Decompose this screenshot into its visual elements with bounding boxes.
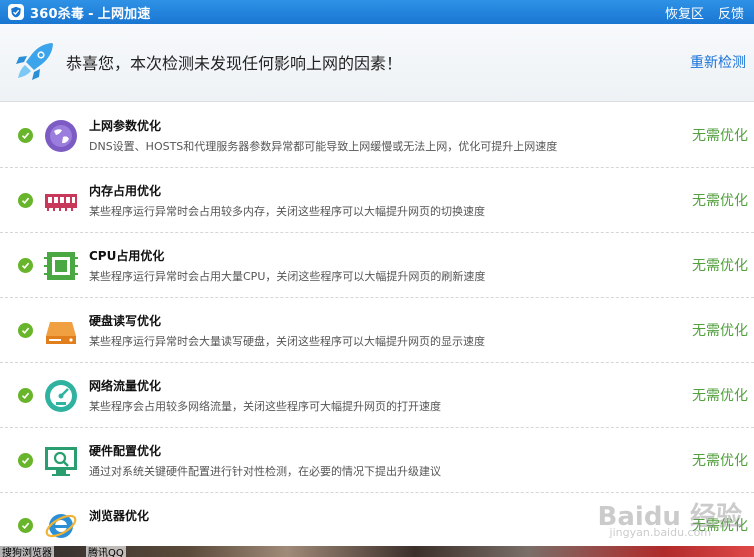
title-bar: 360杀毒 - 上网加速 恢复区 反馈 — [0, 0, 754, 24]
title-actions: 恢复区 反馈 — [665, 0, 744, 24]
speedometer-icon — [45, 380, 77, 412]
check-mark-icon — [18, 193, 33, 208]
check-mark-icon — [18, 518, 33, 533]
check-mark-icon — [18, 388, 33, 403]
feedback-link[interactable]: 反馈 — [718, 3, 744, 22]
check-mark-icon — [18, 258, 33, 273]
rocket-icon — [16, 43, 53, 80]
watermark-url: jingyan.baidu.com — [609, 526, 712, 539]
360-shield-logo-icon — [8, 4, 24, 20]
list-item: 硬盘读写优化 某些程序运行异常时会大量读写硬盘，关闭这些程序可以大幅提升网页的显… — [0, 298, 754, 363]
desktop-shortcut-label[interactable]: 搜狗浏览器 — [0, 544, 54, 557]
check-mark-icon — [18, 128, 33, 143]
title-brand: 360杀毒 — [30, 6, 85, 22]
app-window: 360杀毒 - 上网加速 恢复区 反馈 恭喜您，本次检测未发现任何影响上网的因素！ … — [0, 0, 754, 557]
item-status: 无需优化 — [692, 193, 748, 209]
item-name: 硬件配置优化 — [89, 444, 162, 458]
result-header: 恭喜您，本次检测未发现任何影响上网的因素！ 重新检测 — [0, 24, 754, 102]
ie-browser-icon — [45, 514, 77, 538]
list-item: 硬件配置优化 通过对系统关键硬件配置进行针对性检测，在必要的情况下提出升级建议 … — [0, 428, 754, 493]
check-mark-icon — [18, 323, 33, 338]
item-status: 无需优化 — [692, 128, 748, 144]
item-name: 浏览器优化 — [89, 509, 150, 523]
desktop-shortcut-label[interactable]: 腾讯QQ — [86, 544, 126, 557]
result-message: 恭喜您，本次检测未发现任何影响上网的因素！ — [66, 54, 403, 73]
item-description: 某些程序运行异常时会大量读写硬盘，关闭这些程序可以大幅提升网页的显示速度 — [89, 335, 485, 348]
item-description: 某些程序运行异常时会占用大量CPU，关闭这些程序可以大幅提升网页的刷新速度 — [89, 270, 486, 283]
title-module: 上网加速 — [97, 6, 151, 22]
list-item: 网络流量优化 某些程序会占用较多网络流量，关闭这些程序可大幅提升网页的打开速度 … — [0, 363, 754, 428]
item-description: 某些程序运行异常时会占用较多内存，关闭这些程序可以大幅提升网页的切换速度 — [89, 205, 485, 218]
title-separator: - — [88, 6, 94, 22]
restore-area-link[interactable]: 恢复区 — [665, 3, 704, 22]
item-name: 上网参数优化 — [89, 119, 162, 133]
list-item: CPU占用优化 某些程序运行异常时会占用大量CPU，关闭这些程序可以大幅提升网页… — [0, 233, 754, 298]
window-title: 360杀毒 - 上网加速 — [30, 3, 151, 22]
item-status: 无需优化 — [692, 453, 748, 469]
harddisk-icon — [46, 322, 76, 344]
item-name: 内存占用优化 — [89, 184, 162, 198]
item-name: CPU占用优化 — [89, 249, 165, 263]
hardware-check-icon — [45, 447, 77, 476]
item-description: 通过对系统关键硬件配置进行针对性检测，在必要的情况下提出升级建议 — [89, 465, 441, 478]
optimization-list: 上网参数优化 DNS设置、HOSTS和代理服务器参数异常都可能导致上网缓慢或无法… — [0, 103, 754, 557]
item-status: 无需优化 — [692, 388, 748, 404]
item-name: 网络流量优化 — [89, 379, 162, 393]
check-mark-icon — [18, 453, 33, 468]
cpu-icon — [44, 252, 78, 280]
item-status: 无需优化 — [692, 323, 748, 339]
memory-icon — [45, 194, 77, 211]
globe-icon — [45, 120, 77, 152]
item-name: 硬盘读写优化 — [89, 314, 162, 328]
item-status: 无需优化 — [692, 258, 748, 274]
recheck-link[interactable]: 重新检测 — [690, 52, 746, 72]
item-description: 某些程序会占用较多网络流量，关闭这些程序可大幅提升网页的打开速度 — [89, 400, 441, 413]
desktop-strip: 搜狗浏览器 腾讯QQ — [0, 544, 754, 557]
list-item: 内存占用优化 某些程序运行异常时会占用较多内存，关闭这些程序可以大幅提升网页的切… — [0, 168, 754, 233]
baidu-jingyan-watermark: Baidu 经验 jingyan.baidu.com — [598, 496, 742, 539]
item-description: DNS设置、HOSTS和代理服务器参数异常都可能导致上网缓慢或无法上网，优化可提… — [89, 140, 558, 153]
list-item: 上网参数优化 DNS设置、HOSTS和代理服务器参数异常都可能导致上网缓慢或无法… — [0, 103, 754, 168]
